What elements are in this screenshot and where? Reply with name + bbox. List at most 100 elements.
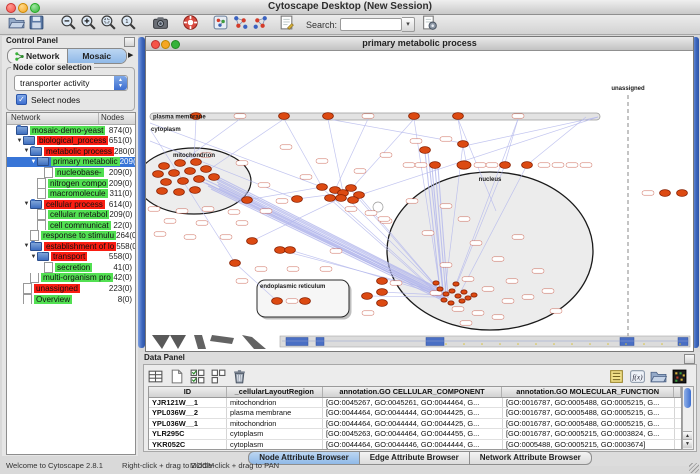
tree-row[interactable]: multi-organism pro42(0) xyxy=(7,273,135,284)
gene-node[interactable] xyxy=(272,298,283,305)
zoom-fit-icon[interactable]: 1 xyxy=(120,14,137,31)
unselect-attributes-icon[interactable] xyxy=(210,368,227,385)
color-attribute-dropdown[interactable]: transporter activity ▲▼ xyxy=(14,75,128,91)
table-scrollbar[interactable]: ▲ ▼ xyxy=(682,386,694,450)
tree-row[interactable]: cell communicat22(0) xyxy=(7,220,135,231)
gene-node[interactable] xyxy=(443,292,449,296)
tree-row[interactable]: Overview8(0) xyxy=(7,294,135,305)
zoom-out-icon[interactable] xyxy=(60,14,77,31)
gene-node[interactable] xyxy=(190,187,201,194)
select-attributes-icon[interactable] xyxy=(189,368,206,385)
network-frame-titlebar[interactable]: primary metabolic process xyxy=(146,37,693,51)
new-attribute-icon[interactable] xyxy=(168,368,185,385)
formula-builder-icon[interactable]: f(x) xyxy=(629,368,646,385)
column-header[interactable]: annotation.GO MOLECULAR_FUNCTION xyxy=(502,387,674,397)
gene-node[interactable] xyxy=(500,162,511,169)
gene-node[interactable] xyxy=(159,163,170,170)
table-scrollbar-thumb[interactable] xyxy=(684,388,691,408)
network-canvas[interactable]: plasma membranecytoplasmmitochondrionnuc… xyxy=(146,51,693,351)
gene-node[interactable] xyxy=(458,141,469,148)
gene-node[interactable] xyxy=(201,166,212,173)
gene-node[interactable] xyxy=(453,282,459,286)
gene-node[interactable] xyxy=(437,287,443,291)
delete-attribute-icon[interactable] xyxy=(231,368,248,385)
gene-node[interactable] xyxy=(285,247,296,254)
scroll-down-icon[interactable]: ▼ xyxy=(683,439,692,448)
tree-row[interactable]: ▼metabolic process280(0) xyxy=(7,146,135,157)
gene-node[interactable] xyxy=(471,293,477,297)
gene-node[interactable] xyxy=(275,247,286,254)
help-icon[interactable] xyxy=(182,14,199,31)
search-input[interactable] xyxy=(340,18,402,31)
gene-node[interactable] xyxy=(459,299,465,303)
disclosure-triangle-icon[interactable]: ▼ xyxy=(30,254,37,260)
gene-node[interactable] xyxy=(660,190,671,197)
import-attributes-icon[interactable] xyxy=(608,368,625,385)
tree-row[interactable]: cellular metabol209(0) xyxy=(7,209,135,220)
gene-node[interactable] xyxy=(377,278,388,285)
gene-node[interactable] xyxy=(185,168,196,175)
tree-row[interactable]: ▼establishment of lo558(0) xyxy=(7,241,135,252)
float-panel-icon[interactable] xyxy=(124,37,135,47)
disclosure-triangle-icon[interactable]: ▼ xyxy=(30,159,37,165)
tab-mosaic[interactable]: Mosaic xyxy=(67,49,127,63)
gene-node[interactable] xyxy=(377,300,388,307)
layout-a-icon[interactable] xyxy=(232,14,249,31)
attribute-table-icon[interactable] xyxy=(147,368,164,385)
zoom-selected-icon[interactable] xyxy=(100,14,117,31)
search-dropdown-icon[interactable]: ▾ xyxy=(402,17,415,32)
table-row[interactable]: YPL036W__2plasma membrane[GO:0044464, GO… xyxy=(149,408,681,418)
gene-node[interactable] xyxy=(175,160,186,167)
gene-node[interactable] xyxy=(346,185,357,192)
gene-node[interactable] xyxy=(209,174,220,181)
gene-node[interactable] xyxy=(230,260,241,267)
tree-row[interactable]: nitrogen compo209(0) xyxy=(7,178,135,189)
tree-row[interactable]: ▼primary metabolic209(... xyxy=(7,157,135,168)
gene-node[interactable] xyxy=(247,238,258,245)
snapshot-icon[interactable] xyxy=(152,14,169,31)
column-header[interactable]: ID xyxy=(149,387,227,397)
column-header[interactable]: annotation.GO CELLULAR_COMPONENT xyxy=(323,387,503,397)
tree-row[interactable]: nucleobase-209(0) xyxy=(7,167,135,178)
gene-node[interactable] xyxy=(362,293,373,300)
layout-b-icon[interactable] xyxy=(252,14,269,31)
gene-node[interactable] xyxy=(377,289,388,296)
zoom-in-icon[interactable] xyxy=(80,14,97,31)
gene-node[interactable] xyxy=(455,294,461,298)
disclosure-triangle-icon[interactable]: ▼ xyxy=(23,243,30,249)
gene-node[interactable] xyxy=(325,195,336,202)
gene-node[interactable] xyxy=(161,179,172,186)
gene-node[interactable] xyxy=(242,197,253,204)
disclosure-triangle-icon[interactable]: ▼ xyxy=(16,138,23,144)
tree-row[interactable]: unassigned223(0) xyxy=(7,283,135,294)
gene-node[interactable] xyxy=(433,281,439,285)
matrix-view-icon[interactable] xyxy=(671,368,688,385)
gene-node[interactable] xyxy=(430,162,441,169)
gene-node[interactable] xyxy=(461,290,467,294)
left-scrollbar[interactable] xyxy=(138,37,145,348)
vizmapper-icon[interactable] xyxy=(212,14,229,31)
table-row[interactable]: YPL036W__1mitochondrion[GO:0044464, GO:0… xyxy=(149,419,681,429)
gene-node[interactable] xyxy=(348,197,359,204)
gene-node[interactable] xyxy=(441,298,447,302)
gene-node[interactable] xyxy=(178,178,189,185)
gene-node[interactable] xyxy=(457,161,471,169)
gene-node[interactable] xyxy=(465,296,471,300)
gene-node[interactable] xyxy=(317,184,328,191)
float-panel-icon[interactable] xyxy=(684,354,695,364)
gene-node[interactable] xyxy=(292,196,303,203)
disclosure-triangle-icon[interactable]: ▼ xyxy=(23,148,30,154)
plugin-manager-icon[interactable] xyxy=(421,14,438,31)
gene-node[interactable] xyxy=(169,170,180,177)
gene-node[interactable] xyxy=(522,162,533,169)
gene-node[interactable] xyxy=(191,159,202,166)
gene-node[interactable] xyxy=(409,113,420,120)
gene-node[interactable] xyxy=(336,195,347,202)
tree-row[interactable]: mosaic-demo-yeast874(0) xyxy=(7,125,135,136)
tab-network[interactable]: Network xyxy=(8,49,67,63)
save-session-icon[interactable] xyxy=(28,14,45,31)
table-row[interactable]: YKR052Ccytoplasm[GO:0044464, GO:0044446,… xyxy=(149,440,681,450)
gene-node[interactable] xyxy=(448,301,454,305)
open-session-icon[interactable] xyxy=(8,14,25,31)
tree-row[interactable]: ▼transport558(0) xyxy=(7,252,135,263)
